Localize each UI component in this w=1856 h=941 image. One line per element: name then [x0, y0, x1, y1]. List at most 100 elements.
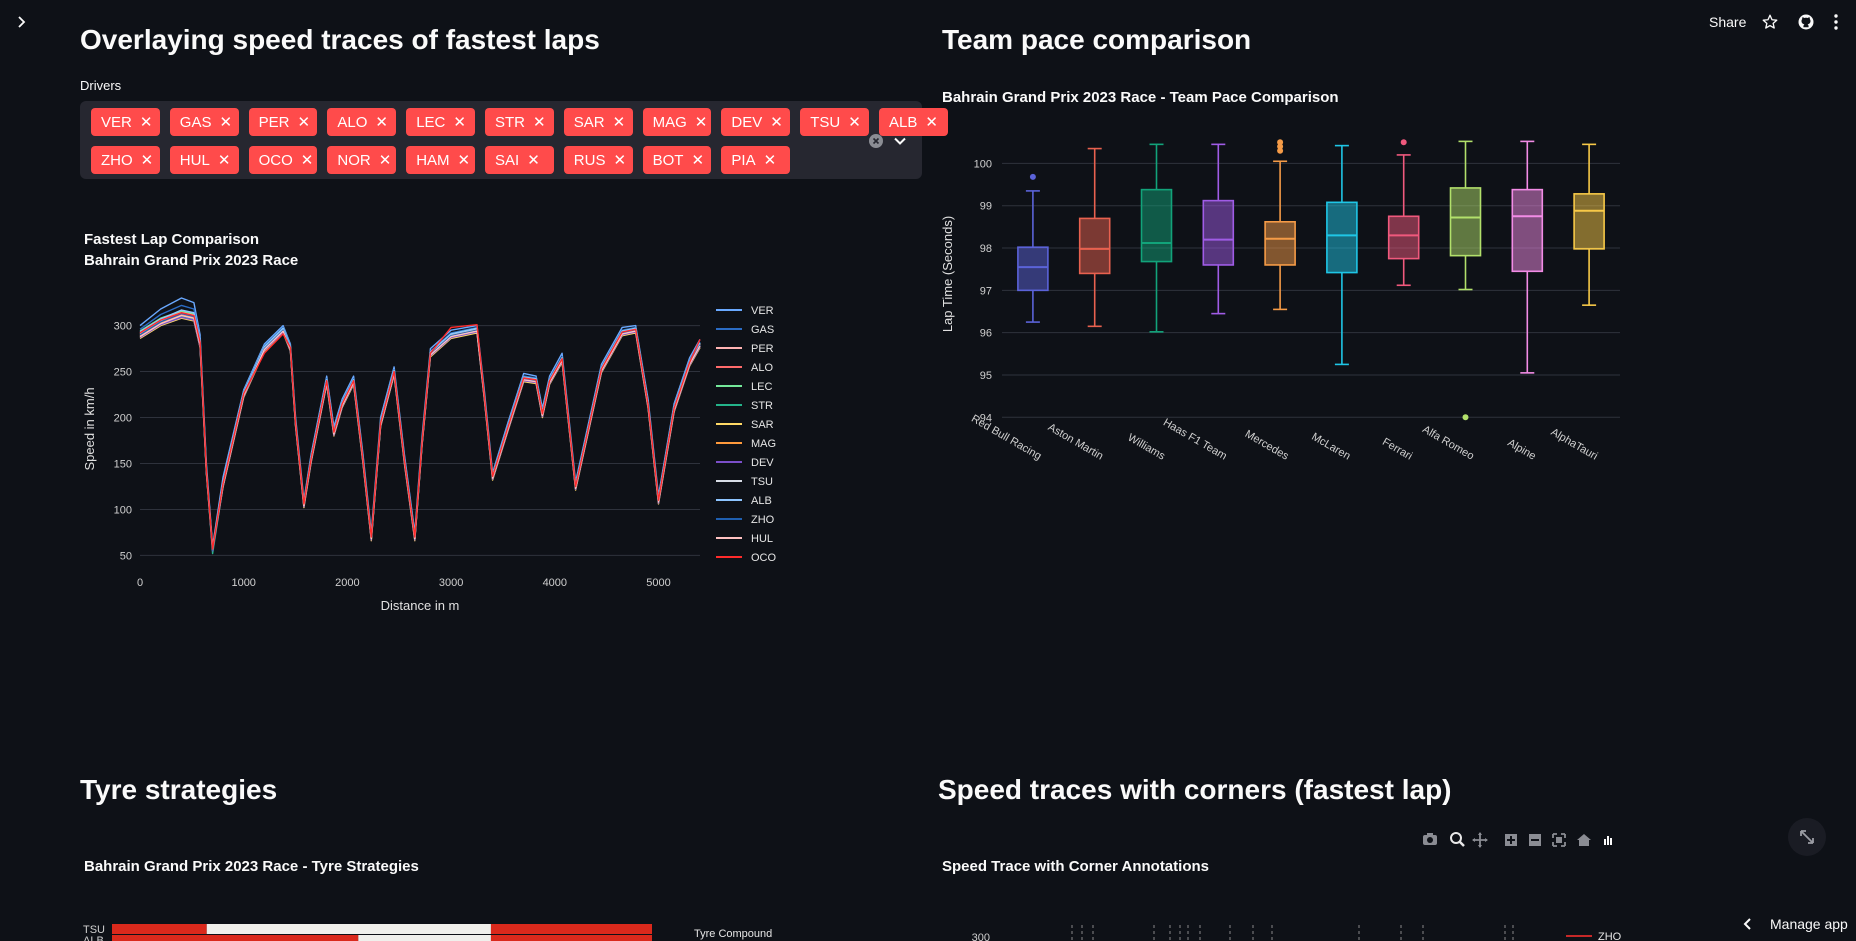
remove-driver-icon[interactable]: ✕: [219, 115, 232, 130]
autoscale-icon[interactable]: [1552, 833, 1566, 847]
fastest-lap-chart[interactable]: 501001502002503000 1000 2000 3000 4000 5000Di…: [80, 290, 800, 620]
box-williams[interactable]: [1140, 143, 1173, 333]
zoom-out-icon[interactable]: [1529, 834, 1541, 846]
box-haas-f1-team[interactable]: [1202, 143, 1235, 315]
remove-driver-icon[interactable]: ✕: [375, 115, 388, 130]
driver-chip[interactable]: SAI ✕: [485, 146, 554, 174]
remove-driver-icon[interactable]: ✕: [764, 153, 777, 168]
box-mclaren[interactable]: [1326, 144, 1358, 366]
legend-entry[interactable]: ALO: [751, 362, 773, 374]
remove-driver-icon[interactable]: ✕: [140, 115, 153, 130]
remove-driver-icon[interactable]: ✕: [691, 153, 704, 168]
camera-icon[interactable]: [1423, 833, 1437, 845]
github-icon[interactable]: [1797, 13, 1815, 31]
legend-entry[interactable]: ZHO: [1598, 931, 1622, 941]
stint-bar[interactable]: [112, 935, 359, 941]
sidebar-expand-icon[interactable]: [14, 14, 30, 30]
remove-driver-icon[interactable]: ✕: [848, 115, 861, 130]
driver-chip[interactable]: GAS ✕: [169, 108, 239, 136]
stint-bar[interactable]: [490, 924, 652, 934]
driver-chip[interactable]: HUL ✕: [169, 146, 239, 174]
box-alphatauri[interactable]: [1573, 143, 1605, 306]
remove-driver-icon[interactable]: ✕: [613, 115, 626, 130]
stint-bar[interactable]: [112, 924, 207, 934]
series-line-hul[interactable]: [139, 314, 701, 550]
legend-entry[interactable]: OCO: [751, 552, 777, 564]
series-line-alo[interactable]: [139, 313, 701, 550]
box-alpine[interactable]: [1511, 140, 1544, 374]
box-mercedes[interactable]: [1264, 139, 1296, 311]
driver-chip[interactable]: LEC ✕: [406, 108, 475, 136]
outlier-point[interactable]: [1029, 173, 1036, 180]
driver-chip[interactable]: BOT ✕: [642, 146, 712, 174]
remove-driver-icon[interactable]: ✕: [770, 115, 783, 130]
remove-driver-icon[interactable]: ✕: [458, 153, 471, 168]
driver-chip[interactable]: ZHO ✕: [91, 146, 160, 174]
legend-entry[interactable]: HUL: [751, 533, 773, 545]
chevron-down-icon[interactable]: [893, 134, 907, 148]
driver-chip[interactable]: STR ✕: [485, 108, 554, 136]
driver-chip[interactable]: TSU ✕: [800, 108, 869, 136]
remove-driver-icon[interactable]: ✕: [141, 153, 154, 168]
remove-driver-icon[interactable]: ✕: [297, 115, 310, 130]
legend-entry[interactable]: SAR: [751, 419, 774, 431]
drivers-multiselect[interactable]: VER ✕ GAS ✕ PER ✕ ALO ✕ LEC ✕ STR ✕ SAR ✕ MAG ✕ DEV ✕ TSU ✕…: [80, 101, 948, 179]
driver-chip[interactable]: HAM ✕: [406, 146, 475, 174]
remove-driver-icon[interactable]: ✕: [925, 115, 938, 130]
driver-chip[interactable]: VER ✕: [91, 108, 160, 136]
corners-chart[interactable]: 300 ZHO: [930, 915, 1650, 941]
series-line-mag[interactable]: [139, 314, 701, 550]
legend-entry[interactable]: DEV: [751, 457, 774, 469]
outlier-point[interactable]: [1277, 139, 1284, 146]
remove-driver-icon[interactable]: ✕: [218, 153, 231, 168]
star-icon[interactable]: [1761, 13, 1779, 31]
series-line-tsu[interactable]: [139, 312, 701, 551]
driver-chip[interactable]: NOR ✕: [327, 146, 397, 174]
stint-bar[interactable]: [358, 935, 491, 941]
manage-app-button[interactable]: Manage app: [1770, 916, 1848, 932]
legend-entry[interactable]: LEC: [751, 381, 772, 393]
stint-bar[interactable]: [206, 924, 491, 934]
more-menu-icon[interactable]: [1833, 13, 1839, 31]
driver-chip[interactable]: MAG ✕: [642, 108, 712, 136]
reset-axes-icon[interactable]: [1577, 834, 1591, 846]
box-alfa-romeo[interactable]: [1449, 140, 1482, 421]
remove-driver-icon[interactable]: ✕: [533, 115, 546, 130]
remove-driver-icon[interactable]: ✕: [301, 153, 314, 168]
legend-entry[interactable]: PER: [751, 343, 774, 355]
share-button[interactable]: Share: [1709, 14, 1746, 30]
zoom-icon[interactable]: [1450, 832, 1465, 847]
zoom-in-icon[interactable]: [1505, 834, 1517, 846]
team-pace-chart[interactable]: 949596979899100Lap Time (Seconds)Red Bul…: [930, 130, 1650, 500]
pan-icon[interactable]: [1472, 832, 1488, 848]
driver-chip[interactable]: PIA ✕: [721, 146, 791, 174]
remove-driver-icon[interactable]: ✕: [379, 153, 392, 168]
remove-driver-icon[interactable]: ✕: [613, 153, 626, 168]
series-line-str[interactable]: [139, 315, 701, 555]
legend-entry[interactable]: GAS: [751, 324, 774, 336]
series-line-dev[interactable]: [139, 316, 701, 552]
driver-chip[interactable]: DEV ✕: [721, 108, 791, 136]
driver-chip[interactable]: PER ✕: [248, 108, 318, 136]
series-line-zho[interactable]: [139, 312, 701, 551]
legend-entry[interactable]: TSU: [751, 476, 773, 488]
clear-all-icon[interactable]: [868, 133, 884, 149]
outlier-point[interactable]: [1400, 139, 1407, 146]
tyre-strategies-chart[interactable]: TSUALBTyre Compound: [80, 915, 800, 941]
chevron-left-icon[interactable]: [1742, 917, 1754, 931]
driver-chip[interactable]: ALO ✕: [327, 108, 397, 136]
legend-entry[interactable]: MAG: [751, 438, 776, 450]
driver-chip[interactable]: RUS ✕: [563, 146, 633, 174]
legend-entry[interactable]: VER: [751, 305, 774, 317]
box-red-bull-racing[interactable]: [1017, 173, 1049, 323]
box-aston-martin[interactable]: [1078, 147, 1111, 328]
legend-entry[interactable]: ALB: [751, 495, 772, 507]
driver-chip[interactable]: SAR ✕: [563, 108, 633, 136]
driver-chip[interactable]: OCO ✕: [248, 146, 318, 174]
legend-entry[interactable]: ZHO: [751, 514, 775, 526]
legend-entry[interactable]: STR: [751, 400, 773, 412]
series-line-sar[interactable]: [139, 317, 701, 551]
remove-driver-icon[interactable]: ✕: [527, 153, 540, 168]
stint-bar[interactable]: [490, 935, 652, 941]
plotly-logo-icon[interactable]: [1601, 833, 1615, 847]
